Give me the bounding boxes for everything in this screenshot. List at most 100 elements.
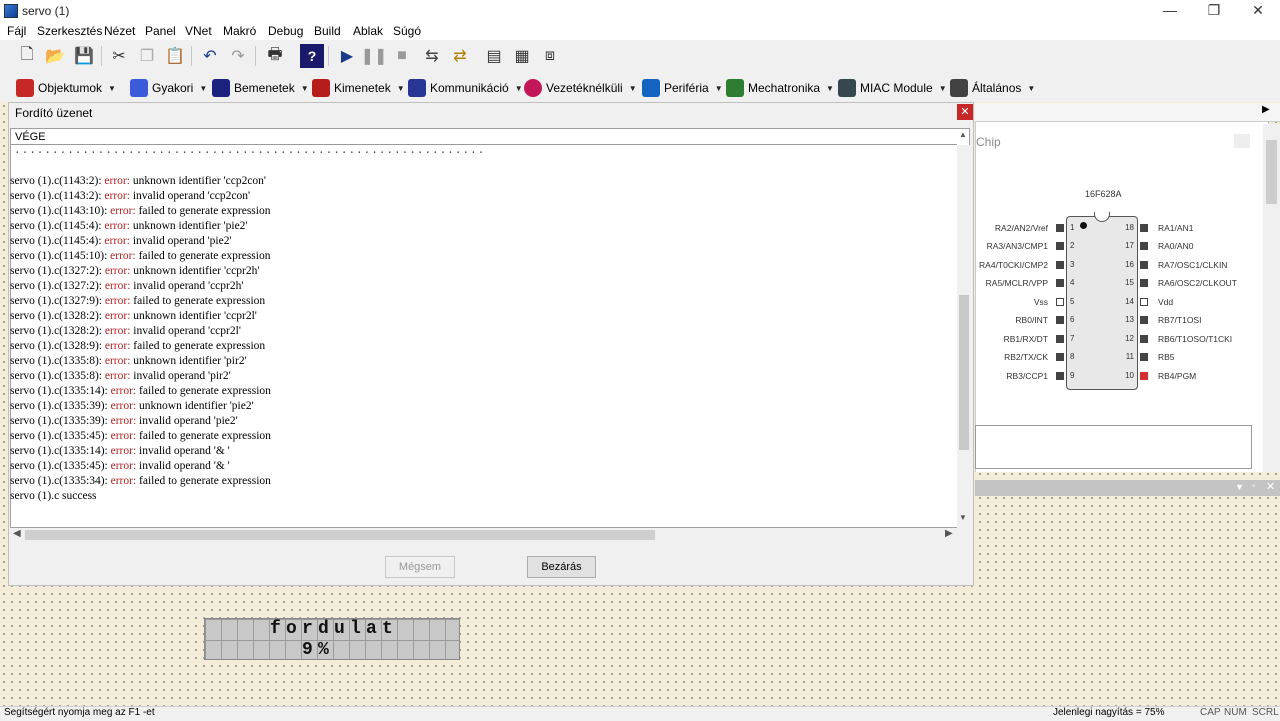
paste-icon[interactable]: 📋 [163,44,187,68]
log-line: servo (1).c(1327:2): error: unknown iden… [10,264,950,279]
chip-pin-pad-active[interactable] [1140,372,1148,380]
chip-pin-pad[interactable] [1056,261,1064,269]
stop-icon[interactable]: ■ [390,44,414,68]
chip-pin-pad[interactable] [1056,335,1064,343]
chevron-down-icon[interactable]: ▼ [1235,482,1244,492]
scroll-up-icon[interactable]: ▲ [959,130,967,139]
compile-module-icon[interactable]: ▦ [510,44,534,68]
pin-icon[interactable]: ▫ [1252,481,1256,492]
status-caps: CAP [1200,707,1221,718]
scroll-down-icon[interactable]: ▼ [959,513,967,522]
dialog-title: Fordító üzenet [15,106,93,120]
log-line: servo (1).c(1335:45): error: invalid ope… [10,459,950,474]
category-communication[interactable]: Kommunikáció ▼ [408,77,523,99]
chip-pin-pad[interactable] [1056,316,1064,324]
chip-pin-pad[interactable] [1140,335,1148,343]
open-folder-icon[interactable]: 📂 [43,44,67,68]
log-error-keyword: error: [110,385,137,397]
output-vertical-scroll-thumb[interactable] [959,295,969,450]
menu-panel[interactable]: Panel [145,24,176,38]
log-error-keyword: error: [110,400,137,412]
output-horizontal-scroll-thumb[interactable] [25,530,655,540]
chip-settings-icon[interactable]: ⧈ [538,44,562,68]
chip-pin-pad[interactable] [1056,372,1064,380]
menu-file[interactable]: Fájl [7,24,26,38]
scroll-right-icon[interactable]: ▶ [945,528,953,539]
undo-icon[interactable]: ↶ [198,44,222,68]
chip-pin-pad[interactable] [1140,242,1148,250]
chip-pin-pad[interactable] [1140,316,1148,324]
chip-pin-number: 11 [1125,352,1134,361]
chip-pin-label: RA0/AN0 [1158,241,1194,251]
cancel-button[interactable]: Mégsem [385,556,455,578]
log-location: servo (1).c(1328:9): [10,340,105,352]
menu-view[interactable]: Nézet [104,24,135,38]
category-wireless[interactable]: Vezetéknélküli ▼ [524,77,637,99]
chip-pin-pad[interactable] [1140,353,1148,361]
chip-pin-pad[interactable] [1140,279,1148,287]
category-miac-module[interactable]: MIAC Module ▼ [838,77,947,99]
compile-c-icon[interactable]: ▤ [482,44,506,68]
chevron-down-icon: ▼ [628,83,637,93]
chip-pin-pad[interactable] [1056,242,1064,250]
chip-pin-pad[interactable] [1056,298,1064,306]
chip-panel-scroll-thumb[interactable] [1266,140,1277,204]
log-message: invalid operand 'pie2' [136,415,238,427]
compile-chip-icon[interactable]: ⇆ [420,44,444,68]
chip-panel-header [975,103,1280,122]
category-outputs[interactable]: Kimenetek ▼ [312,77,405,99]
log-line: servo (1).c(1145:4): error: unknown iden… [10,219,950,234]
category-inputs[interactable]: Bemenetek ▼ [212,77,309,99]
chip-pin-pad[interactable] [1056,353,1064,361]
category-general[interactable]: Általános ▼ [950,77,1035,99]
menu-edit[interactable]: Szerkesztés [37,24,102,38]
new-file-icon[interactable]: 🗋 [15,44,39,68]
redo-icon[interactable]: ↷ [226,44,250,68]
menu-help[interactable]: Súgó [393,24,421,38]
log-error-keyword: error: [104,355,131,367]
category-common[interactable]: Gyakori ▼ [130,77,207,99]
log-error-keyword: error: [104,370,131,382]
print-icon[interactable]: 🖶 [263,44,287,68]
category-peripheral[interactable]: Periféria ▼ [642,77,723,99]
menu-window[interactable]: Ablak [353,24,383,38]
menu-macro[interactable]: Makró [223,24,256,38]
help-icon[interactable]: ? [300,44,324,68]
log-location: servo (1).c success [10,490,97,502]
chevron-right-icon[interactable]: ▶ [1262,104,1270,115]
category-mechatronics[interactable]: Mechatronika ▼ [726,77,834,99]
log-location: servo (1).c(1335:14): [10,385,111,397]
close-icon[interactable]: ✕ [1266,480,1275,493]
chip-pin-label: RB7/T1OSI [1158,315,1202,325]
pause-icon[interactable]: ❚❚ [361,44,388,68]
log-error-keyword: error: [110,415,137,427]
menu-debug[interactable]: Debug [268,24,303,38]
log-line: servo (1).c(1143:2): error: unknown iden… [10,174,950,189]
chip-pin-label: RB3/CCP1 [1006,371,1048,381]
compile-hex-icon[interactable]: ⇄ [448,44,472,68]
close-button[interactable]: ✕ [1236,0,1280,22]
save-icon[interactable]: 💾 [72,44,96,68]
chip-pin-pad[interactable] [1140,261,1148,269]
chip-pin-label: RA1/AN1 [1158,223,1194,233]
chevron-down-icon: ▼ [1027,83,1036,93]
restore-button[interactable]: ❐ [1192,0,1236,22]
panel-menu-icon[interactable] [1234,134,1250,148]
log-line: servo (1).c success [10,489,950,504]
chip-pin-pad[interactable] [1140,298,1148,306]
chip-pin-label: RB6/T1OSO/T1CKI [1158,334,1233,344]
menu-build[interactable]: Build [314,24,341,38]
scroll-left-icon[interactable]: ◀ [13,528,21,539]
cut-icon[interactable]: ✂ [107,44,131,68]
lcd-line-2: 9% [302,640,335,660]
minimize-button[interactable]: — [1148,0,1192,22]
chip-pin-pad[interactable] [1140,224,1148,232]
run-icon[interactable]: ▶ [335,44,359,68]
chip-pin-pad[interactable] [1056,224,1064,232]
menu-vnet[interactable]: VNet [185,24,212,38]
close-dialog-button[interactable]: Bezárás [527,556,596,578]
category-objects[interactable]: Objektumok ▼ [16,77,116,99]
dialog-close-icon[interactable]: ✕ [957,104,973,120]
copy-icon[interactable]: ❐ [135,44,159,68]
chip-pin-pad[interactable] [1056,279,1064,287]
